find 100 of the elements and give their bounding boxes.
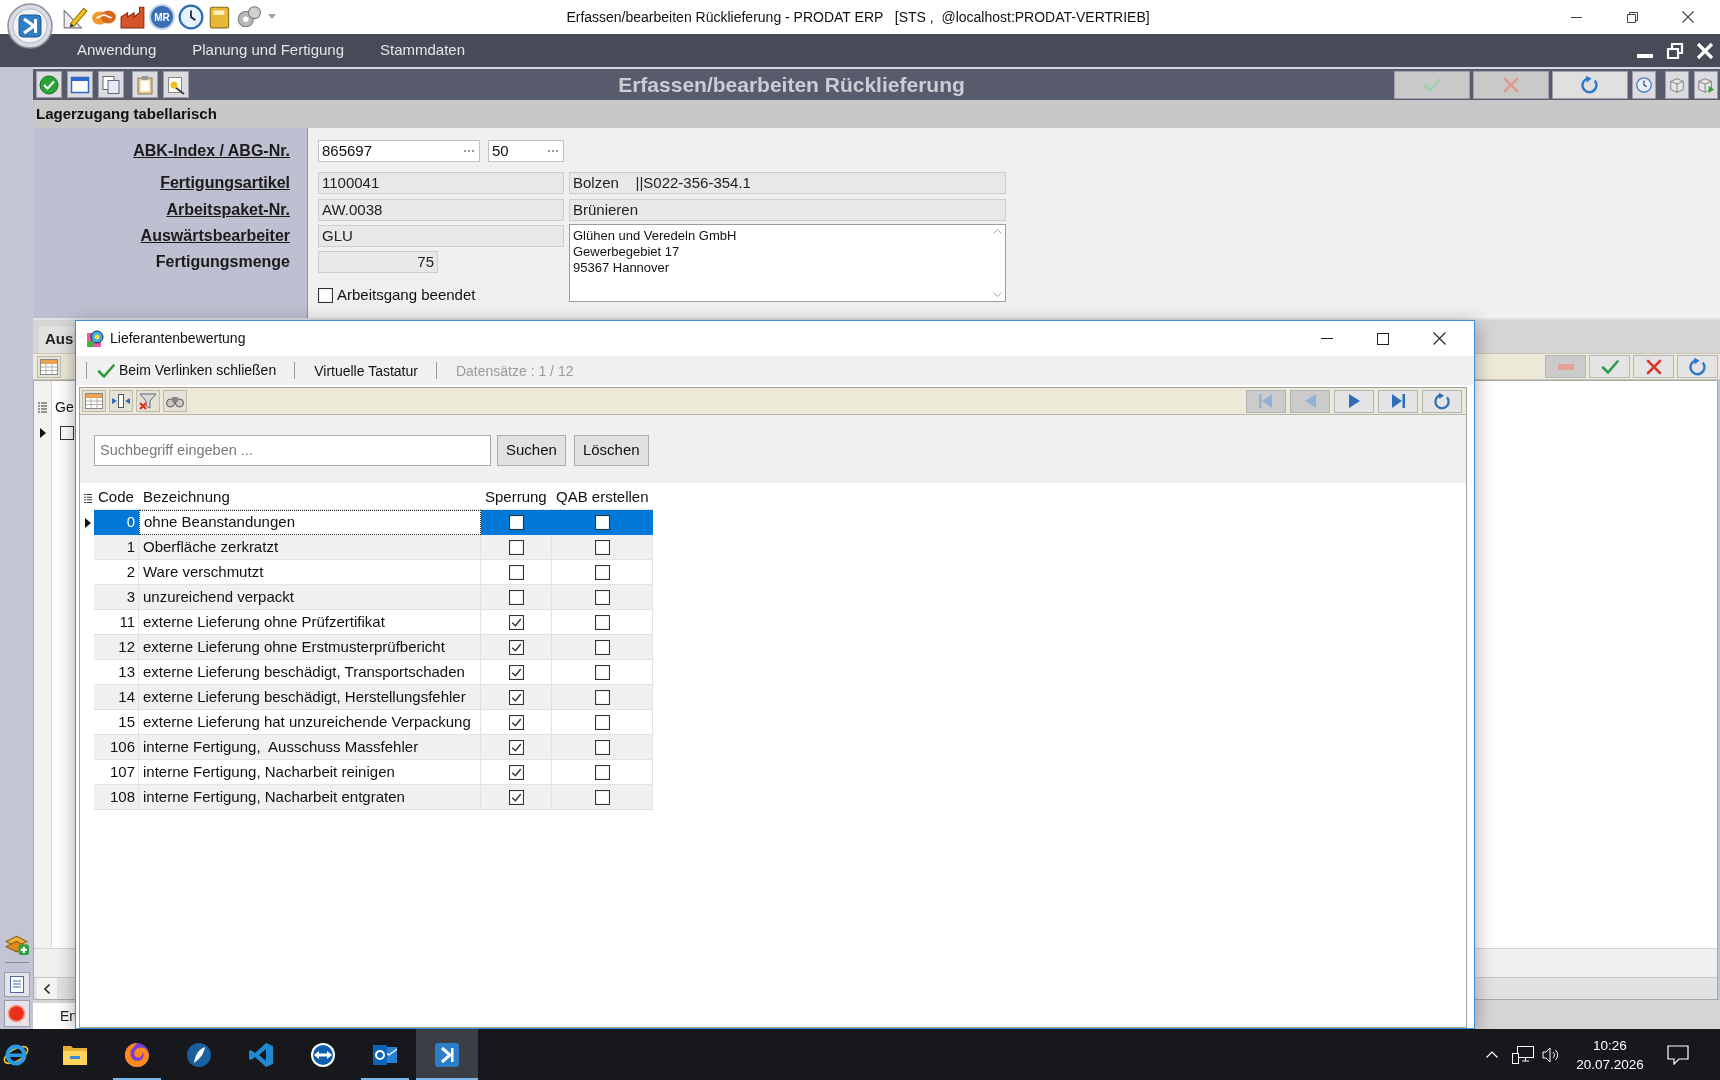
checkbox[interactable]: [508, 789, 524, 805]
restore-icon[interactable]: [1666, 41, 1684, 60]
table-row[interactable]: 108 interne Fertigung, Nacharbeit entgraten: [81, 785, 653, 810]
checkbox[interactable]: [508, 614, 524, 630]
text-field[interactable]: 1100041: [318, 172, 564, 194]
toolbar-button[interactable]: [163, 71, 189, 98]
toolbar-button[interactable]: [37, 355, 61, 378]
checkbox[interactable]: [594, 514, 610, 530]
checkbox[interactable]: [318, 287, 333, 303]
chevron-up-icon[interactable]: [1486, 1051, 1498, 1058]
filter-clear-icon: [139, 392, 157, 410]
cube-arrow-icon: [1697, 75, 1715, 94]
toolbar-button[interactable]: [163, 390, 187, 412]
field-label-link[interactable]: Auswärtsbearbeiter: [140, 224, 290, 248]
monitor-icon[interactable]: [1512, 1045, 1534, 1064]
number-field[interactable]: 75: [318, 251, 438, 273]
check-icon: [1600, 357, 1619, 376]
lookup-field[interactable]: 50: [488, 140, 564, 162]
text-field[interactable]: Brünieren: [569, 199, 1006, 221]
next-record-button[interactable]: [1334, 389, 1374, 413]
search-field[interactable]: Suchbegriff eingeben ...: [94, 434, 491, 466]
table-row[interactable]: 12 externe Lieferung ohne Erstmusterprüfbericht: [81, 635, 653, 660]
skip-first-icon: [1259, 394, 1273, 408]
taskbar-button[interactable]: [416, 1029, 478, 1080]
refresh-button[interactable]: [1422, 389, 1462, 413]
checkbox[interactable]: [508, 589, 524, 605]
app-logo[interactable]: [7, 3, 53, 49]
checkbox[interactable]: [594, 764, 610, 780]
last-record-button[interactable]: [1378, 389, 1418, 413]
checkbox[interactable]: [594, 789, 610, 805]
clock-icon[interactable]: [178, 4, 204, 30]
confirm-button[interactable]: [1589, 355, 1630, 378]
checkbox[interactable]: [508, 714, 524, 730]
text-field[interactable]: AW.0038: [318, 199, 564, 221]
toolbar-button[interactable]: [67, 71, 93, 98]
checkbox[interactable]: [594, 614, 610, 630]
checkbox-label[interactable]: Arbeitsgang beendet: [337, 283, 476, 307]
speaker-icon[interactable]: [1542, 1046, 1560, 1063]
table-row[interactable]: 3 unzureichend verpackt: [81, 585, 653, 610]
checkbox[interactable]: [594, 589, 610, 605]
toolbar-button[interactable]: [82, 390, 106, 412]
lookup-field[interactable]: 865697: [318, 140, 480, 162]
field-label-link[interactable]: Arbeitspaket-Nr.: [166, 198, 290, 222]
discs-icon[interactable]: [236, 4, 262, 30]
checkbox[interactable]: [508, 639, 524, 655]
toolbar-button[interactable]: [36, 71, 62, 98]
toolbar-button[interactable]: [3, 972, 30, 997]
toolbar-button[interactable]: [3, 1000, 30, 1027]
chevron-left-icon[interactable]: [44, 983, 50, 994]
checkbox[interactable]: [594, 689, 610, 705]
menu-item[interactable]: Planung und Fertigung: [185, 37, 351, 64]
clipboard-icon: [135, 74, 155, 95]
checkbox[interactable]: [508, 539, 524, 555]
keyboard-button[interactable]: Virtuelle Tastatur: [314, 360, 418, 382]
checkbox[interactable]: [508, 514, 524, 530]
checkbox[interactable]: [594, 639, 610, 655]
checkbox[interactable]: [508, 764, 524, 780]
search-button[interactable]: Suchen: [497, 434, 566, 466]
link-close-button[interactable]: Beim Verlinken schließen: [97, 360, 277, 381]
column-header[interactable]: Ge: [55, 396, 74, 418]
table-row[interactable]: 106 interne Fertigung, Ausschuss Massfehler: [81, 735, 653, 760]
factory-icon[interactable]: [120, 4, 146, 30]
table-row[interactable]: 14 externe Lieferung beschädigt, Herstellungsfehler: [81, 685, 653, 710]
checkbox[interactable]: [508, 664, 524, 680]
refresh-button[interactable]: [1552, 70, 1628, 99]
checkbox[interactable]: [594, 539, 610, 555]
toolbar-button[interactable]: [1694, 70, 1718, 99]
text-field[interactable]: Bolzen ||S022-356-354.1: [569, 172, 1006, 194]
toolbar-button[interactable]: [109, 390, 133, 412]
checkbox[interactable]: [508, 564, 524, 580]
copy-icon: [101, 74, 121, 95]
refresh-button[interactable]: [1677, 355, 1718, 378]
checkbox[interactable]: [594, 564, 610, 580]
clear-button[interactable]: Löschen: [573, 434, 649, 466]
initials-badge[interactable]: MR: [149, 4, 175, 30]
checkbox[interactable]: [508, 739, 524, 755]
clock-display[interactable]: 10:26 20.07.2026: [1571, 1035, 1649, 1074]
menu-item[interactable]: Stammdaten: [373, 37, 473, 64]
field-label-link[interactable]: Fertigungsartikel: [160, 171, 290, 195]
message-icon[interactable]: [1667, 1044, 1689, 1065]
table-row[interactable]: 1 Oberfläche zerkratzt: [81, 535, 653, 560]
checkbox[interactable]: [594, 739, 610, 755]
toolbar-button[interactable]: [98, 71, 124, 98]
next-icon: [1348, 394, 1360, 408]
toolbar-button[interactable]: [1632, 70, 1656, 99]
checkbox[interactable]: [594, 664, 610, 680]
text-field[interactable]: GLU: [318, 225, 564, 247]
checkbox[interactable]: [594, 714, 610, 730]
toolbar-button[interactable]: [1665, 70, 1689, 99]
toolbar-button[interactable]: [136, 390, 160, 412]
checkbox[interactable]: [508, 689, 524, 705]
caret-icon[interactable]: [268, 14, 276, 20]
address-field[interactable]: Glühen und Veredeln GmbH Gewerbegebiet 17 95367 Hannover: [569, 224, 1006, 302]
field-label-link[interactable]: ABK-Index / ABG-Nr.: [133, 139, 290, 163]
folder-icon: [62, 1043, 88, 1066]
close-icon[interactable]: [1696, 41, 1714, 60]
tab[interactable]: Aus: [39, 326, 75, 353]
menu-item[interactable]: Anwendung: [70, 37, 164, 64]
cancel-button[interactable]: [1633, 355, 1674, 378]
checkbox[interactable]: [60, 426, 74, 440]
